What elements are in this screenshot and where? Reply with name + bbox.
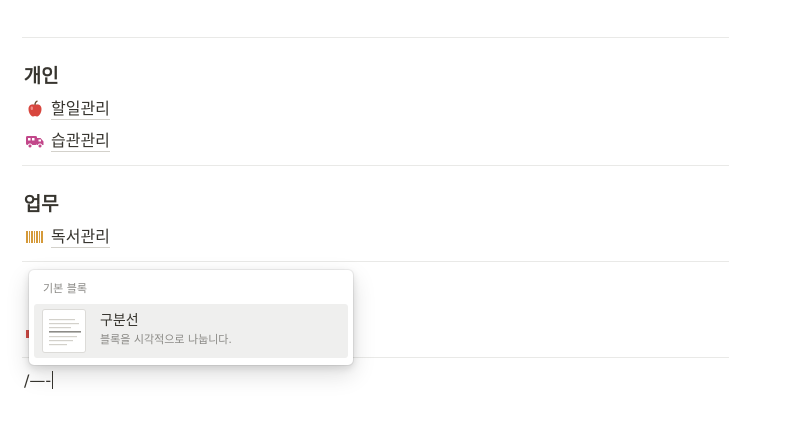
truck-icon [24, 130, 46, 152]
menu-item-description: 블록을 시각적으로 나눕니다. [100, 333, 232, 346]
page-link-label[interactable]: 할일관리 [51, 99, 110, 120]
barcode-icon [24, 226, 46, 248]
page-link-todo[interactable]: 할일관리 [24, 97, 110, 121]
editor-text[interactable]: /—- [24, 371, 51, 390]
page-link-label[interactable]: 습관관리 [51, 131, 110, 152]
slash-command-menu: 기본 블록 구분선 블록을 시각적으로 나눕니다. [29, 270, 353, 365]
apple-icon [24, 98, 46, 120]
divider [22, 261, 729, 262]
menu-item-title: 구분선 [100, 313, 139, 329]
page-link-reading[interactable]: 독서관리 [24, 225, 110, 249]
divider [22, 37, 729, 38]
menu-item-divider[interactable]: 구분선 블록을 시각적으로 나눕니다. [34, 304, 348, 358]
menu-section-label: 기본 블록 [43, 282, 87, 295]
text-caret [52, 371, 54, 389]
page-link-habit[interactable]: 습관관리 [24, 129, 110, 153]
section-heading-work[interactable]: 업무 [24, 191, 59, 217]
editor-current-line[interactable]: /—- [24, 370, 54, 392]
divider [22, 165, 729, 166]
page-link-label[interactable]: 독서관리 [51, 227, 110, 248]
notion-page: 개인 할일관리 습관관리 업무 독서관리 /—- 기본 블록 구분선 블록을 시… [0, 0, 785, 422]
section-heading-personal[interactable]: 개인 [24, 63, 59, 89]
divider-block-thumbnail-icon [42, 309, 86, 353]
